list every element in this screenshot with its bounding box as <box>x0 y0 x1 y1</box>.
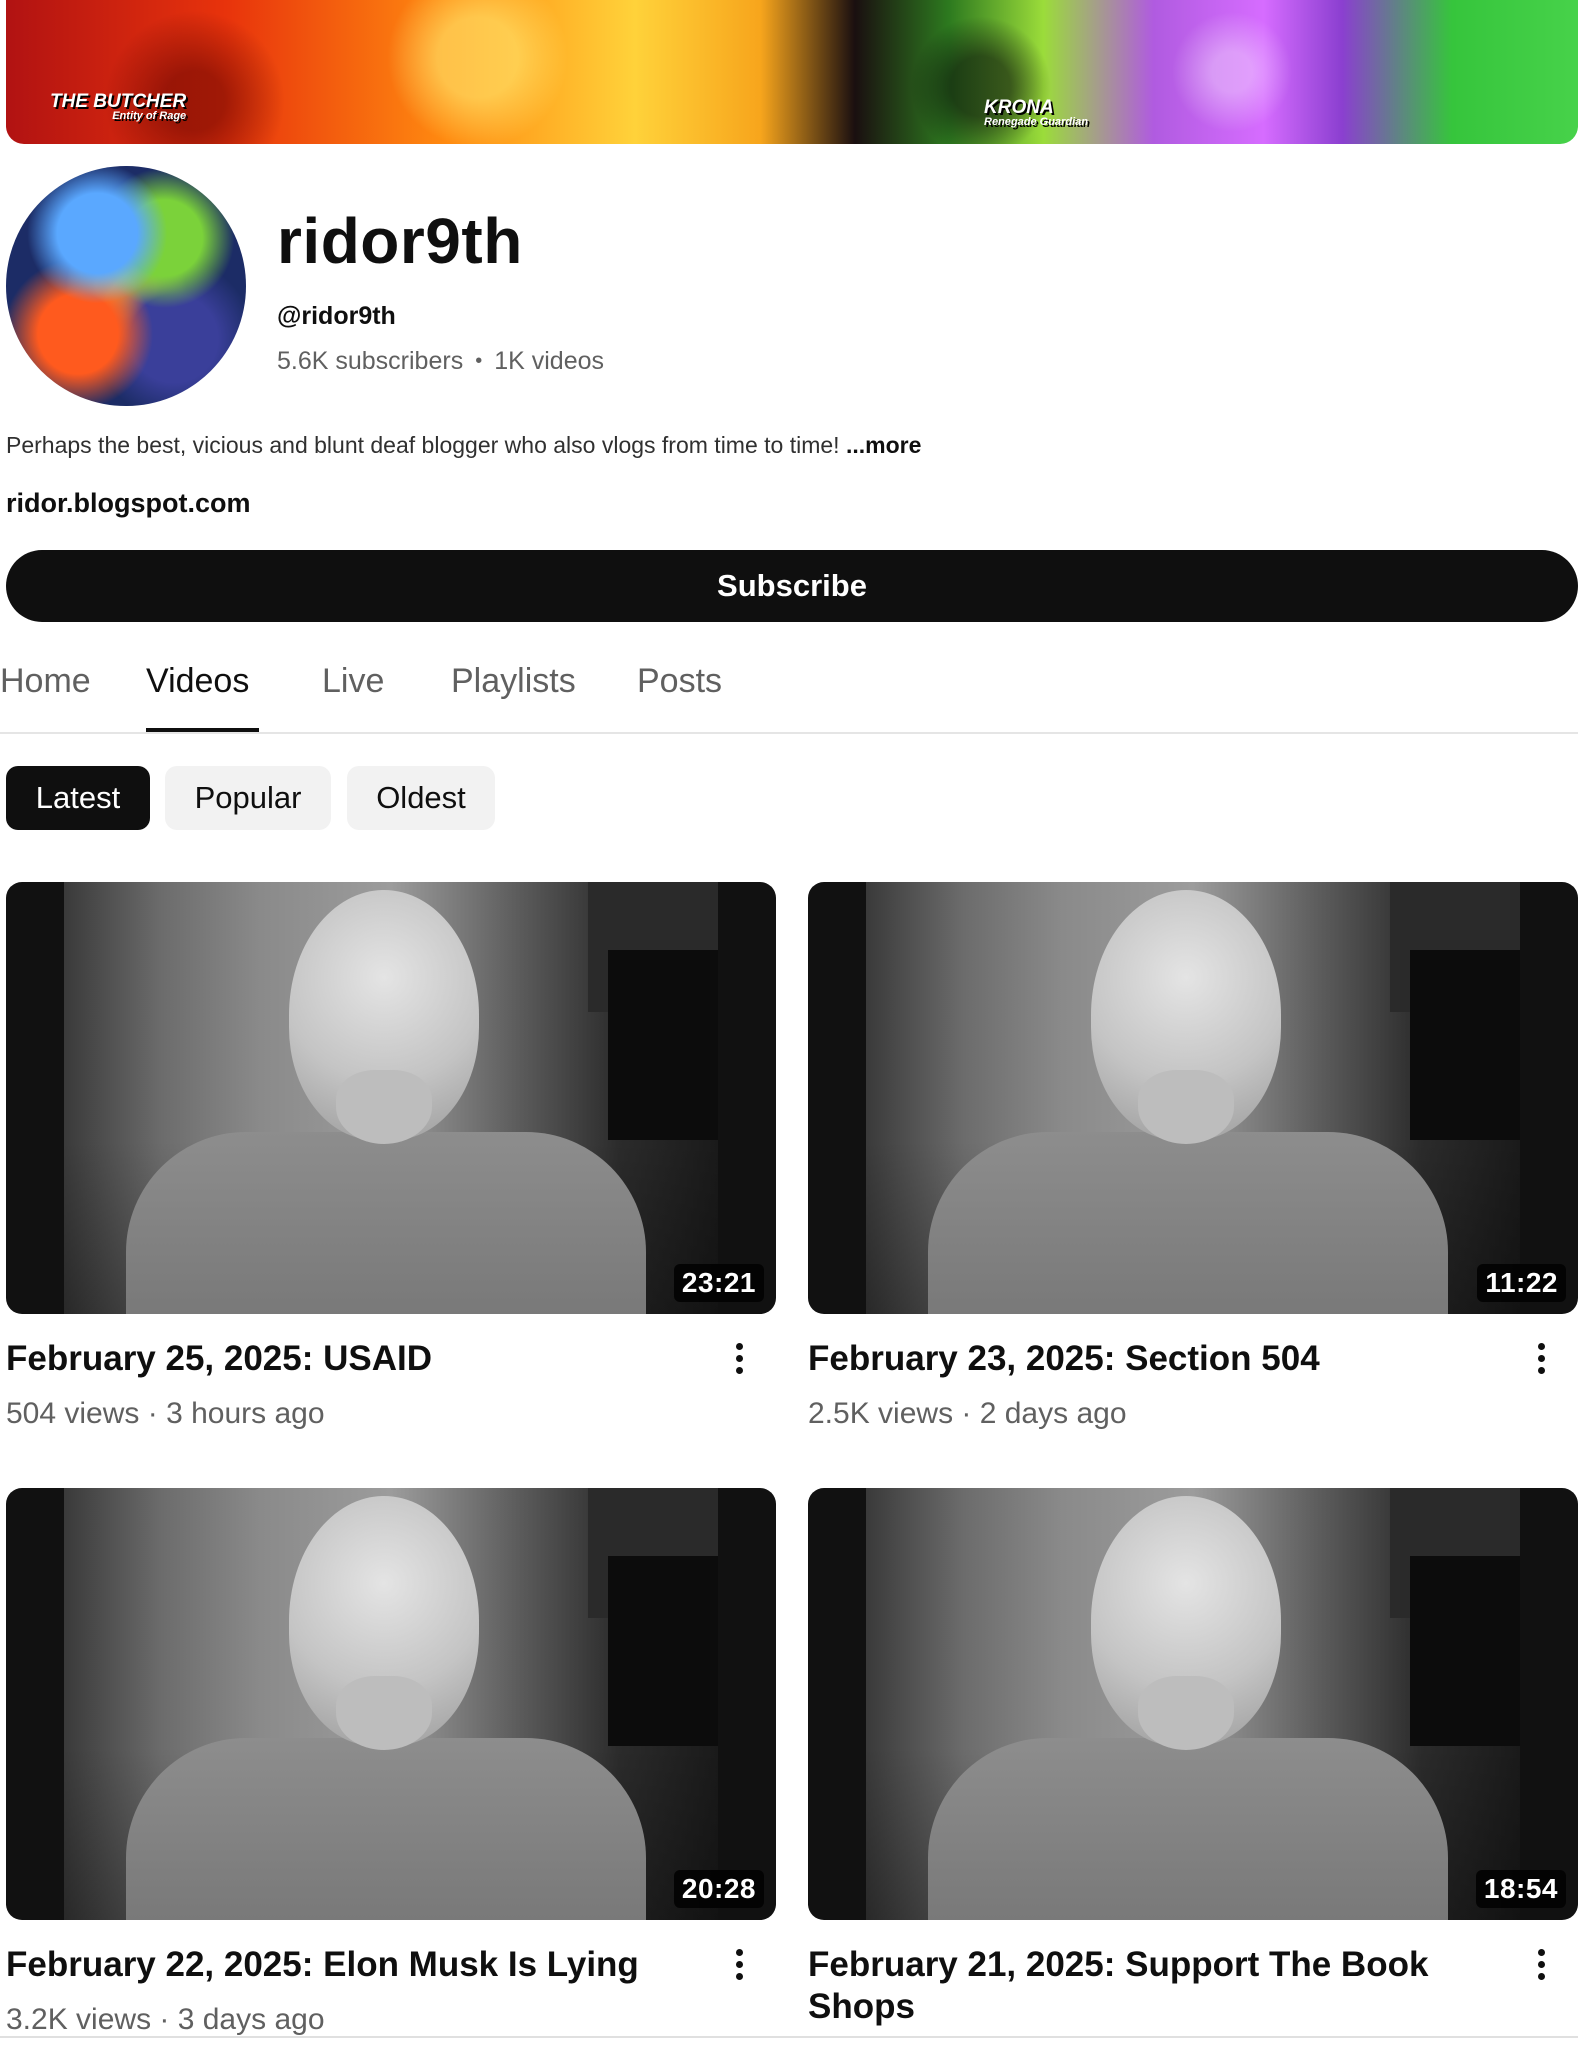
channel-banner: THE BUTCHER Entity of Rage KRONA Renegad… <box>6 0 1578 144</box>
banner-right-name: KRONA <box>984 97 1054 118</box>
channel-tabs: Home Videos Live Playlists Posts <box>0 650 1578 734</box>
tab-playlists[interactable]: Playlists <box>451 662 576 701</box>
video-duration: 18:54 <box>1475 1870 1566 1908</box>
video-title[interactable]: February 21, 2025: Support The Book Shop… <box>808 1944 1498 2028</box>
video-thumbnail[interactable]: 18:54 <box>808 1488 1578 1920</box>
tab-home[interactable]: Home <box>0 662 91 701</box>
video-duration: 23:21 <box>673 1264 764 1302</box>
video-title[interactable]: February 22, 2025: Elon Musk Is Lying <box>6 1944 696 1986</box>
thumbnail-person-beard <box>336 1676 432 1750</box>
thumbnail-monitor <box>608 950 718 1140</box>
thumbnail-person-beard <box>1138 1070 1234 1144</box>
video-count: 1K videos <box>494 347 605 375</box>
banner-left-sub: Entity of Rage <box>112 110 187 122</box>
tab-live[interactable]: Live <box>322 662 384 701</box>
thumbnail-person-shirt <box>928 1738 1448 1920</box>
thumbnail-person-shirt <box>928 1132 1448 1314</box>
thumbnail-person-shirt <box>126 1132 646 1314</box>
chip-popular[interactable]: Popular <box>165 766 331 830</box>
banner-right-sub: Renegade Guardian <box>984 116 1088 128</box>
video-duration: 20:28 <box>673 1870 764 1908</box>
thumbnail-monitor <box>1410 950 1520 1140</box>
channel-handle: @ridor9th <box>277 302 396 330</box>
video-card[interactable]: 18:54 February 21, 2025: Support The Boo… <box>808 1488 1578 2026</box>
video-meta: 3.2K views · 3 days ago <box>6 2003 325 2036</box>
tab-videos[interactable]: Videos <box>146 662 249 701</box>
channel-link[interactable]: ridor.blogspot.com <box>6 488 251 519</box>
stats-separator: • <box>475 350 483 372</box>
bottom-divider <box>0 2036 1578 2038</box>
video-meta: 504 views · 3 hours ago <box>6 1397 325 1430</box>
tab-posts[interactable]: Posts <box>637 662 722 701</box>
thumbnail-person-beard <box>1138 1676 1234 1750</box>
channel-avatar[interactable] <box>6 166 246 406</box>
kebab-vertical-icon[interactable] <box>1526 1942 1556 1986</box>
video-duration: 11:22 <box>1477 1264 1566 1302</box>
subscriber-count: 5.6K subscribers <box>277 347 464 375</box>
video-meta: 2.5K views · 2 days ago <box>808 1397 1127 1430</box>
channel-name: ridor9th <box>277 205 523 277</box>
video-card[interactable]: 23:21 February 25, 2025: USAID 504 views… <box>6 882 776 1430</box>
video-title[interactable]: February 23, 2025: Section 504 <box>808 1338 1498 1380</box>
more-link[interactable]: ...more <box>846 432 921 458</box>
kebab-vertical-icon[interactable] <box>724 1336 754 1380</box>
video-card[interactable]: 20:28 February 22, 2025: Elon Musk Is Ly… <box>6 1488 776 2036</box>
active-tab-indicator <box>146 728 259 732</box>
chip-oldest[interactable]: Oldest <box>347 766 495 830</box>
thumbnail-monitor <box>608 1556 718 1746</box>
video-thumbnail[interactable]: 20:28 <box>6 1488 776 1920</box>
chip-latest[interactable]: Latest <box>6 766 150 830</box>
banner-label-left: THE BUTCHER Entity of Rage <box>50 92 186 122</box>
subscribe-button[interactable]: Subscribe <box>6 550 1578 622</box>
thumbnail-person-shirt <box>126 1738 646 1920</box>
thumbnail-monitor <box>1410 1556 1520 1746</box>
banner-label-right: KRONA Renegade Guardian <box>984 98 1088 128</box>
video-card[interactable]: 11:22 February 23, 2025: Section 504 2.5… <box>808 882 1578 1430</box>
kebab-vertical-icon[interactable] <box>724 1942 754 1986</box>
channel-description[interactable]: Perhaps the best, vicious and blunt deaf… <box>6 432 921 459</box>
thumbnail-person-beard <box>336 1070 432 1144</box>
description-text: Perhaps the best, vicious and blunt deaf… <box>6 432 846 458</box>
video-thumbnail[interactable]: 11:22 <box>808 882 1578 1314</box>
video-title[interactable]: February 25, 2025: USAID <box>6 1338 696 1380</box>
banner-left-name: THE BUTCHER <box>50 91 187 112</box>
video-thumbnail[interactable]: 23:21 <box>6 882 776 1314</box>
channel-stats: 5.6K subscribers • 1K videos <box>277 347 604 376</box>
kebab-vertical-icon[interactable] <box>1526 1336 1556 1380</box>
